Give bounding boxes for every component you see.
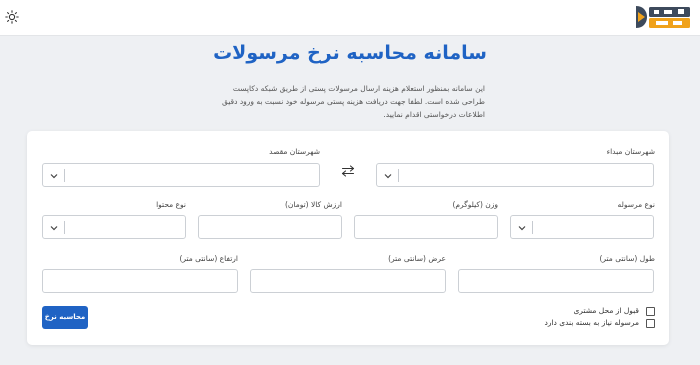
select-separator <box>398 169 399 182</box>
chevron-down-icon <box>518 226 526 231</box>
page-title: سامانه محاسبه نرخ مرسولات <box>213 42 487 64</box>
content-type-label: نوع محتوا <box>156 200 186 209</box>
chevron-down-icon <box>50 174 58 179</box>
chevron-down-icon <box>384 174 392 179</box>
destination-select[interactable] <box>42 163 320 187</box>
destination-label: شهرستان مقصد <box>269 147 320 156</box>
origin-label: شهرستان مبداء <box>606 147 655 156</box>
length-input[interactable] <box>458 269 654 293</box>
packaging-checkbox-label: مرسوله نیاز به بسته بندی دارد <box>544 318 639 327</box>
packaging-checkbox[interactable] <box>646 319 655 328</box>
chevron-down-icon <box>50 226 58 231</box>
brand-logo[interactable] <box>634 3 692 31</box>
rate-form-card: شهرستان مبداء شهرستان مقصد نوع مرسوله وز… <box>27 131 669 345</box>
calculate-rate-button[interactable]: محاسبه نرخ <box>42 306 88 329</box>
goods-value-input[interactable] <box>198 215 342 239</box>
select-separator <box>64 221 65 234</box>
parcel-type-label: نوع مرسوله <box>617 200 655 209</box>
select-separator <box>532 221 533 234</box>
goods-value-label: ارزش کالا (تومان) <box>284 200 342 209</box>
weight-label: وزن (کیلوگرم) <box>452 200 498 209</box>
height-label: ارتفاع (سانتی متر) <box>179 254 238 263</box>
length-label: طول (سانتی متر) <box>599 254 655 263</box>
page-description: این سامانه بمنظور استعلام هزینه ارسال مر… <box>222 84 485 119</box>
height-input[interactable] <box>42 269 238 293</box>
swap-arrows-icon[interactable] <box>341 165 355 177</box>
sun-icon[interactable] <box>5 10 19 24</box>
width-label: عرض (سانتی متر) <box>388 254 446 263</box>
pickup-checkbox-label: قبول از محل مشتری <box>573 306 639 315</box>
content-type-select[interactable] <box>42 215 186 239</box>
pickup-checkbox[interactable] <box>646 307 655 316</box>
top-header <box>0 0 700 36</box>
weight-input[interactable] <box>354 215 498 239</box>
select-separator <box>64 169 65 182</box>
width-input[interactable] <box>250 269 446 293</box>
origin-select[interactable] <box>376 163 654 187</box>
parcel-type-select[interactable] <box>510 215 654 239</box>
